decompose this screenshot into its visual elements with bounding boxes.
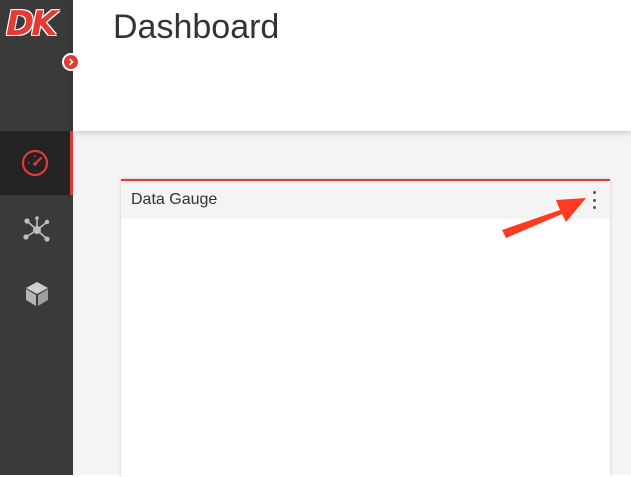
widget-card-body <box>121 219 610 475</box>
sidebar-expand-button[interactable] <box>62 53 80 71</box>
sidebar: DK <box>0 0 73 475</box>
sidebar-item-dashboard[interactable] <box>0 131 73 195</box>
page-title: Dashboard <box>113 8 280 46</box>
logo[interactable]: DK <box>0 0 73 58</box>
cube-icon <box>25 282 48 306</box>
gauge-icon <box>21 149 49 177</box>
sidebar-item-packages[interactable] <box>0 262 73 326</box>
logo-text: DK <box>6 4 58 44</box>
page-header: Dashboard <box>73 0 631 131</box>
chevron-right-icon <box>68 58 74 66</box>
main-content: Data Gauge <box>73 131 631 477</box>
network-icon <box>22 216 50 242</box>
sidebar-item-network[interactable] <box>0 198 73 262</box>
annotation-arrow-icon <box>502 198 586 238</box>
widget-card-title: Data Gauge <box>131 191 218 208</box>
